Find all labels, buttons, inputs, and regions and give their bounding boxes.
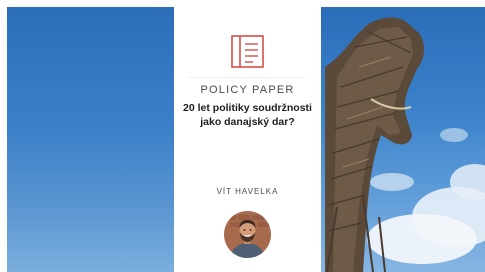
- author-avatar: [224, 211, 271, 258]
- cover-banner: POLICY PAPER 20 let politiky soudržnosti…: [7, 7, 485, 272]
- divider: [189, 77, 306, 78]
- category-label: POLICY PAPER: [200, 84, 295, 96]
- avatar-portrait: [224, 211, 271, 258]
- policy-paper-card: POLICY PAPER 20 let politiky soudržnosti…: [174, 7, 321, 272]
- document-icon: [231, 35, 264, 68]
- paper-title-line-2: jako danajský dar?: [200, 116, 295, 128]
- paper-title-line-1: 20 let politiky soudržnosti: [183, 102, 312, 114]
- paper-title[interactable]: 20 let politiky soudržnosti jako danajsk…: [176, 101, 319, 129]
- author-name: VÍT HAVELKA: [216, 187, 279, 196]
